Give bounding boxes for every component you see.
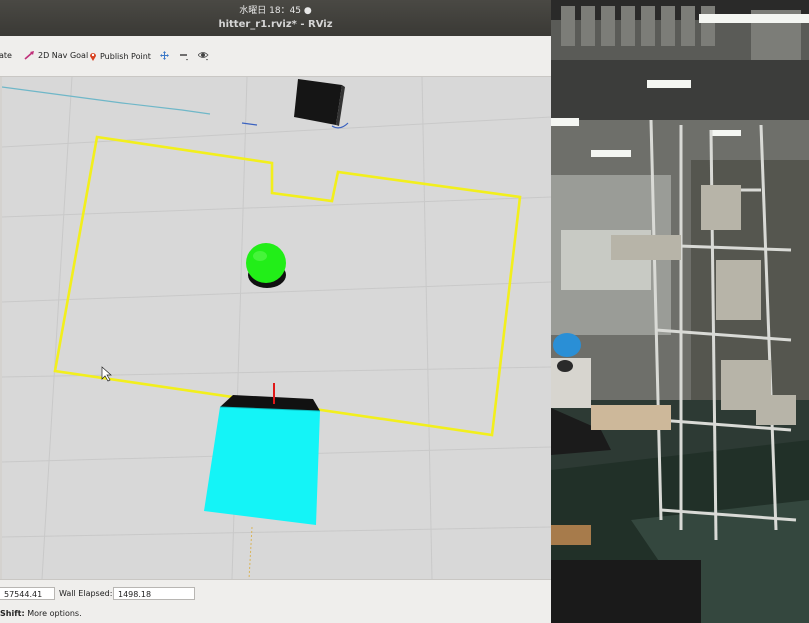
robot-axis-line [248,526,253,579]
nav-goal-tool-button[interactable]: 2D Nav Goal [24,51,88,60]
window-title: hitter_r1.rviz* - RViz [218,19,333,30]
3d-render-viewport[interactable] [2,77,551,579]
ros-time-field: 57544.41 [0,587,55,600]
cardboard-box [591,405,671,430]
robot-cube [204,395,321,525]
status-hint: Shift: More options. [0,609,82,618]
tool-label: Publish Point [100,51,151,61]
remove-tool-button[interactable] [179,51,189,61]
interact-tool-button[interactable]: ate [0,51,12,60]
camera-feed-panel [551,0,809,623]
hint-text: More options. [24,609,82,618]
window-titlebar: 水曜日 18：45 ● hitter_r1.rviz* - RViz [0,0,551,36]
wall-elapsed-field: 1498.18 [113,587,195,600]
minus-icon [179,51,189,61]
move-camera-icon [160,51,169,60]
tool-toolbar: ate 2D Nav Goal Publish Point [0,36,551,77]
rviz-window: 水曜日 18：45 ● hitter_r1.rviz* - RViz ate 2… [0,0,551,623]
eye-icon [198,51,209,61]
tool-label: ate [0,51,12,60]
time-panel: 57544.41 Wall Elapsed: 1498.18 Shift: Mo… [0,579,551,623]
move-camera-button[interactable] [160,51,169,60]
hint-key: Shift: [0,609,25,618]
tool-label: 2D Nav Goal [38,51,89,60]
target-ball-marker [246,243,286,288]
publish-point-tool-button[interactable]: Publish Point [89,51,151,61]
wooden-plank [551,525,591,545]
system-clock: 水曜日 18：45 ● [239,6,312,16]
view-options-button[interactable] [198,51,209,61]
obstacle-cube [294,79,345,126]
wall-elapsed-label: Wall Elapsed: [59,589,113,598]
map-pin-icon [89,51,97,61]
nav-goal-arrow-icon [24,51,35,60]
